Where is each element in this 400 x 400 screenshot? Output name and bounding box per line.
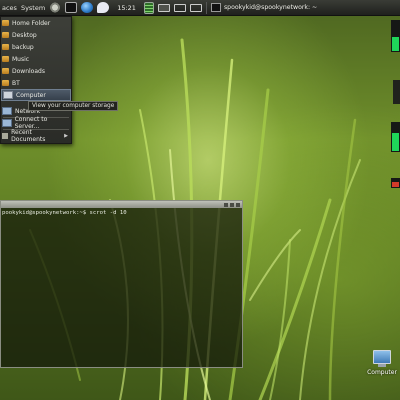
folder-icon	[2, 20, 9, 26]
chat-launcher-icon[interactable]	[97, 2, 110, 13]
computer-icon	[3, 91, 13, 99]
terminal-icon	[210, 3, 221, 12]
network-gauge	[391, 178, 400, 188]
gear-icon[interactable]	[49, 2, 62, 13]
places-dropdown-menu: Home Folder Desktop backup Music Downloa…	[0, 16, 72, 144]
menu-item-home-folder[interactable]: Home Folder	[1, 17, 71, 29]
folder-icon	[2, 32, 9, 38]
workspace-3-icon[interactable]	[189, 3, 202, 12]
folder-icon	[2, 56, 9, 62]
panel-clock[interactable]: 15:21	[117, 4, 136, 12]
terminal-titlebar[interactable]	[1, 201, 242, 208]
menu-item-label: BT	[12, 79, 20, 87]
close-icon[interactable]	[236, 202, 240, 207]
menu-item-label: Connect to Server...	[14, 116, 48, 130]
computer-icon	[373, 350, 391, 367]
menu-item-connect-to-server[interactable]: Connect to Server...	[1, 116, 71, 130]
cpu-gauge	[391, 20, 400, 52]
places-menu-button[interactable]: aces	[2, 4, 17, 12]
menu-item-desktop[interactable]: Desktop	[1, 29, 71, 41]
menu-item-label: Computer	[16, 91, 46, 99]
menu-item-label: Home Folder	[12, 19, 51, 27]
top-panel: aces System 15:21 spookykid@spookynetwor…	[0, 0, 400, 16]
taskbar-terminal-button[interactable]: spookykid@spookynetwork: ~	[205, 1, 321, 14]
menu-item-label: Recent Documents	[11, 129, 46, 143]
terminal-window[interactable]: pookykid@spookynetwork:~$ scrot -d 10	[0, 200, 243, 368]
network-icon	[2, 119, 12, 127]
minimize-icon[interactable]	[224, 202, 228, 207]
menu-item-label: Music	[12, 55, 30, 63]
network-icon	[2, 107, 12, 115]
computer-tooltip: View your computer storage	[28, 101, 119, 111]
menu-item-music[interactable]: Music	[1, 53, 71, 65]
desktop-computer-icon[interactable]: Computer	[366, 350, 398, 376]
workspace-1-icon[interactable]	[157, 3, 170, 12]
gauge-fill	[392, 182, 399, 187]
menu-item-downloads[interactable]: Downloads	[1, 65, 71, 77]
menu-item-computer[interactable]: Computer	[1, 89, 71, 101]
gauge-fill	[392, 133, 399, 151]
recent-documents-icon	[2, 133, 9, 139]
folder-icon	[2, 44, 9, 50]
system-menu-button[interactable]: System	[21, 4, 45, 12]
terminal-command-line[interactable]: pookykid@spookynetwork:~$ scrot -d 10	[1, 208, 242, 218]
folder-icon	[2, 80, 9, 86]
menu-item-label: Downloads	[12, 67, 45, 75]
menu-item-backup[interactable]: backup	[1, 41, 71, 53]
menu-item-bt[interactable]: BT	[1, 77, 71, 89]
menu-item-label: backup	[12, 43, 34, 51]
maximize-icon[interactable]	[230, 202, 234, 207]
submenu-arrow-icon: ▶	[64, 133, 68, 139]
taskbar-terminal-label: spookykid@spookynetwork: ~	[223, 4, 318, 11]
gauge-fill	[392, 37, 399, 51]
desktop-icon-label: Computer	[367, 369, 397, 376]
memory-gauge	[391, 122, 400, 152]
terminal-launcher-icon[interactable]	[65, 2, 78, 13]
menu-item-recent-documents[interactable]: Recent Documents ▶	[1, 129, 71, 143]
workspace-2-icon[interactable]	[173, 3, 186, 12]
menu-item-label: Desktop	[12, 31, 37, 39]
system-monitor-icon[interactable]	[143, 1, 154, 14]
folder-icon	[2, 68, 9, 74]
browser-launcher-icon[interactable]	[81, 2, 94, 13]
monitor-gauge	[393, 80, 400, 104]
